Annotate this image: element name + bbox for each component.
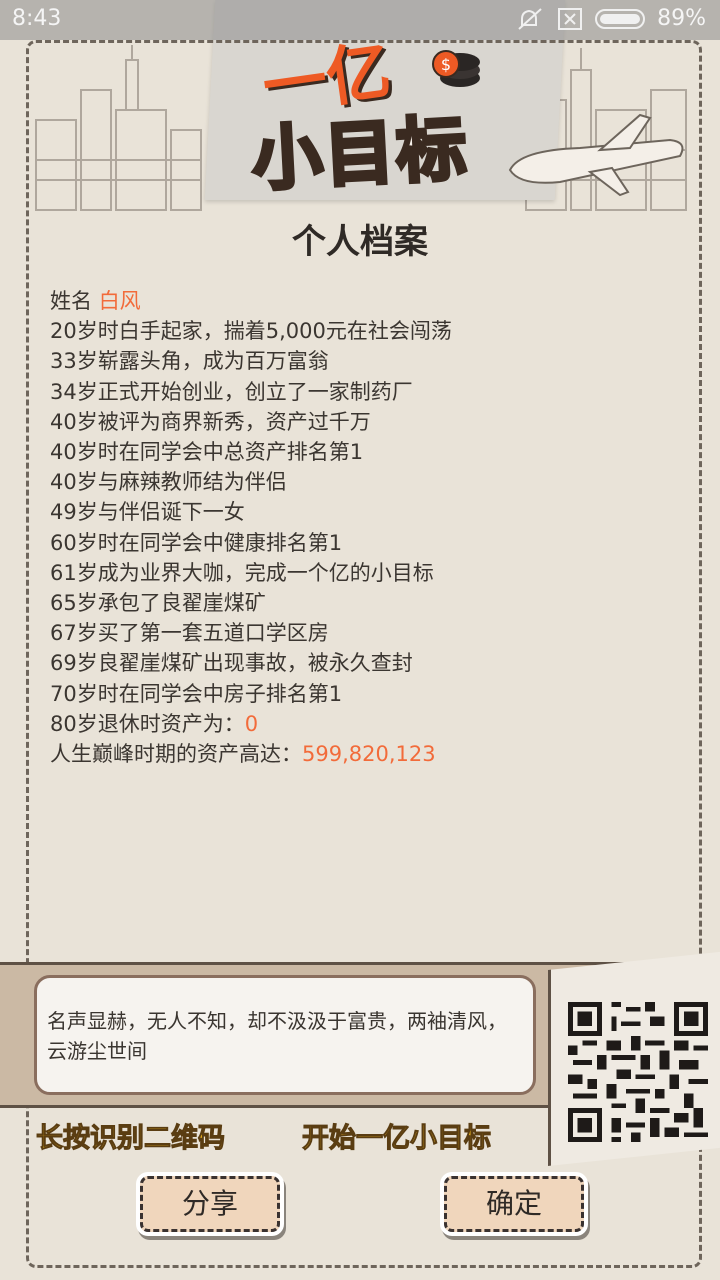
list-item: 70岁时在同学会中房子排名第1	[50, 681, 343, 706]
confirm-button[interactable]: 确定	[444, 1176, 584, 1232]
mute-icon	[518, 7, 542, 30]
list-item: 33岁崭露头角，成为百万富翁	[50, 349, 329, 374]
profile-list: 姓名 白风 20岁时白手起家，揣着5,000元在社会闯荡 33岁崭露头角，成为百…	[50, 286, 670, 769]
name-value: 白风	[98, 289, 141, 313]
page-title: 个人档案	[292, 222, 428, 262]
retire-row: 80岁退休时资产为：0	[50, 709, 670, 739]
battery-percent: 89%	[657, 6, 706, 31]
list-item: 40岁被评为商界新秀，资产过千万	[50, 409, 371, 434]
status-time: 8:43	[12, 6, 62, 31]
list-item: 49岁与伴侣诞下一女	[50, 500, 245, 525]
list-item: 61岁成为业界大咖，完成一个亿的小目标	[50, 560, 434, 585]
list-item: 67岁买了第一套五道口学区房	[50, 621, 329, 646]
name-label: 姓名	[50, 289, 92, 313]
qr-code[interactable]	[568, 1002, 708, 1142]
summary-box: 名声显赫，无人不知，却不汲汲于富贵，两袖清风，云游尘世间	[34, 975, 536, 1095]
sim-off-icon	[558, 7, 583, 30]
profile-name-row: 姓名 白风	[50, 286, 670, 316]
retire-label: 80岁退休时资产为：	[50, 711, 245, 736]
peak-label: 人生巅峰时期的资产高达：	[50, 742, 302, 767]
status-bar: 8:43 89%	[0, 0, 720, 40]
list-item: 34岁正式开始创业，创立了一家制药厂	[50, 379, 413, 404]
battery-icon	[595, 8, 646, 29]
list-item: 60岁时在同学会中健康排名第1	[50, 530, 343, 555]
retire-value: 0	[244, 711, 259, 736]
list-item: 69岁良翟崖煤矿出现事故，被永久查封	[50, 651, 413, 676]
list-item: 40岁时在同学会中总资产排名第1	[50, 440, 364, 465]
peak-row: 人生巅峰时期的资产高达：599,820,123	[50, 739, 670, 769]
cta-start-goal: 开始一亿小目标	[302, 1123, 492, 1155]
list-item: 40岁与麻辣教师结为伴侣	[50, 470, 287, 495]
peak-value: 599,820,123	[302, 742, 436, 767]
list-item: 65岁承包了良翟崖煤矿	[50, 591, 266, 616]
share-button[interactable]: 分享	[140, 1176, 280, 1232]
list-item: 20岁时白手起家，揣着5,000元在社会闯荡	[50, 319, 452, 344]
cta-scan-qr: 长按识别二维码	[36, 1123, 226, 1155]
